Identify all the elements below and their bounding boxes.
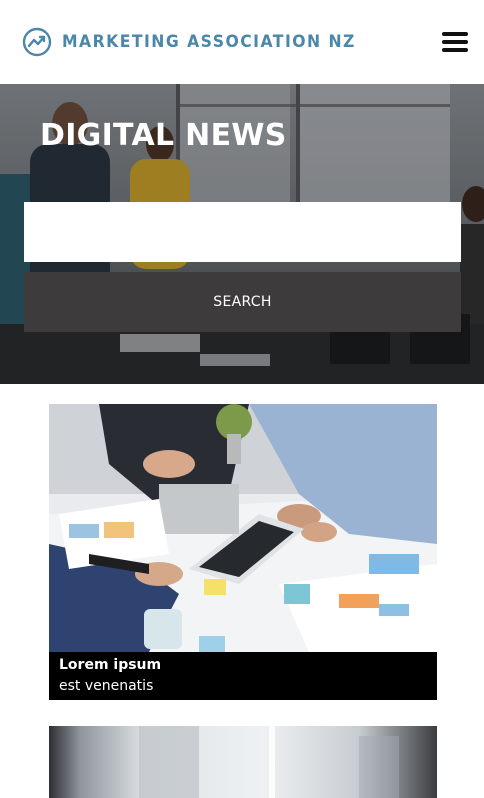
article-caption: Lorem ipsum est venenatis [49, 652, 437, 700]
search-button[interactable]: SEARCH [24, 272, 461, 332]
article-excerpt: est venenatis [59, 678, 154, 694]
brand-logo[interactable]: MARKETING ASSOCIATION NZ [22, 27, 381, 57]
hero-banner: DIGITAL NEWS SEARCH [0, 84, 484, 384]
site-header: MARKETING ASSOCIATION NZ [0, 0, 484, 84]
article-image [49, 404, 437, 652]
article-title[interactable]: Lorem ipsum [59, 656, 427, 674]
trending-up-circle-icon [22, 27, 52, 57]
search-input[interactable] [24, 202, 461, 262]
article-card[interactable]: Lorem ipsum est venenatis [49, 404, 437, 700]
hamburger-menu-icon[interactable] [440, 30, 470, 54]
page-title: DIGITAL NEWS [40, 118, 287, 153]
article-image [49, 726, 437, 798]
brand-name: MARKETING ASSOCIATION NZ [62, 32, 356, 52]
article-card[interactable] [49, 726, 437, 798]
